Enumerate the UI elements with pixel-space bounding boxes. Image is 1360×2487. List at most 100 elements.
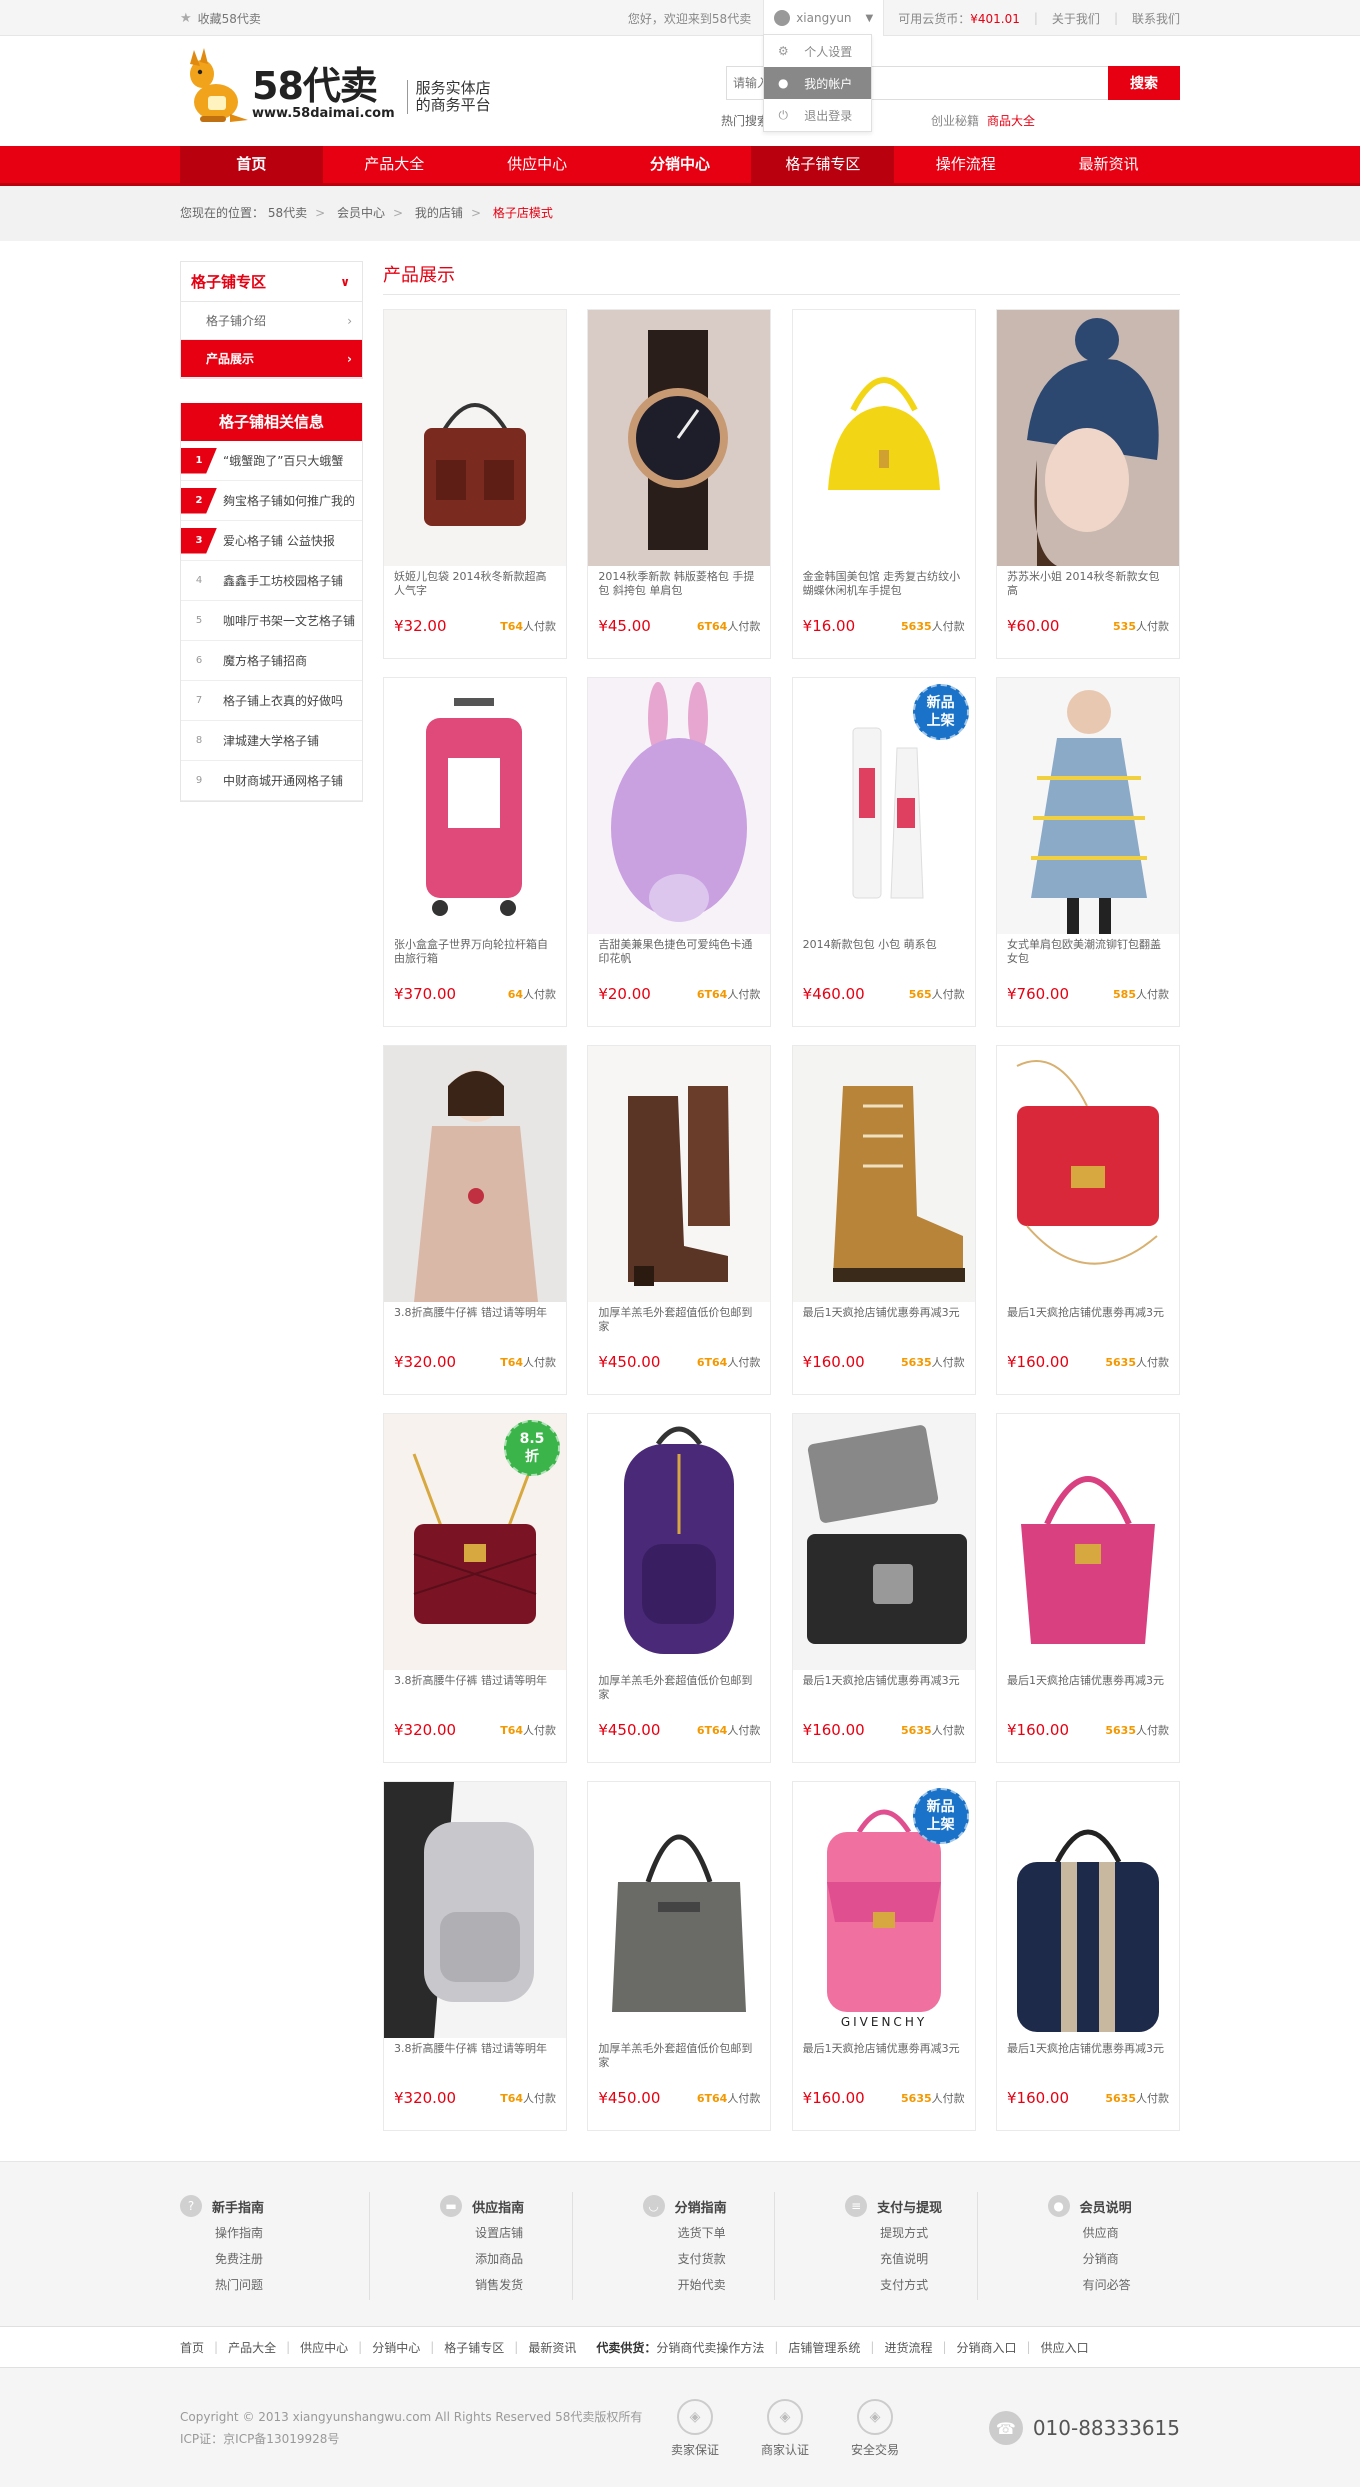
menu-item-settings[interactable]: ⚙ 个人设置 <box>764 35 871 67</box>
help-link[interactable]: 分销商 <box>1048 2246 1180 2272</box>
product-card[interactable]: 3.8折高腰牛仔裤 错过请等明年 ¥320.00 T64人付款 <box>383 1045 567 1395</box>
product-name[interactable]: 3.8折高腰牛仔裤 错过请等明年 <box>384 1302 566 1332</box>
about-link[interactable]: 关于我们 <box>1052 10 1100 27</box>
related-item[interactable]: 3 爱心格子铺 公益快报 <box>181 521 362 561</box>
product-name[interactable]: 加厚羊羔毛外套超值低价包邮到家 <box>588 1302 770 1332</box>
product-card[interactable]: 最后1天疯抢店铺优惠劵再减3元 ¥160.00 5635人付款 <box>995 1045 1180 1395</box>
nav-item[interactable]: 产品大全 <box>323 146 466 183</box>
footer-link[interactable]: 产品大全 <box>228 2339 276 2356</box>
product-card[interactable]: 金金韩国美包馆 走秀复古纺纹小蝴蝶休闲机车手提包 ¥16.00 5635人付款 <box>791 309 976 659</box>
product-name[interactable]: 加厚羊羔毛外套超值低价包邮到家 <box>588 1670 770 1700</box>
product-name[interactable]: 最后1天疯抢店铺优惠劵再减3元 <box>793 1670 975 1700</box>
product-card[interactable]: 最后1天疯抢店铺优惠劵再减3元 ¥160.00 5635人付款 <box>791 1045 976 1395</box>
product-image[interactable]: 新品上架 <box>792 678 975 934</box>
product-name[interactable]: 3.8折高腰牛仔裤 错过请等明年 <box>384 1670 566 1700</box>
product-card[interactable]: 加厚羊羔毛外套超值低价包邮到家 ¥450.00 6T64人付款 <box>587 1413 772 1763</box>
product-name[interactable]: 女式单肩包欧美潮流铆钉包翻盖女包 <box>997 934 1179 964</box>
product-card[interactable]: 苏苏米小姐 2014秋冬新款女包高 ¥60.00 535人付款 <box>995 309 1180 659</box>
sidebar-section-header[interactable]: 格子铺专区 ∨ <box>181 262 362 302</box>
product-name[interactable]: 加厚羊羔毛外套超值低价包邮到家 <box>588 2038 770 2068</box>
help-link[interactable]: 热门问题 <box>180 2272 369 2298</box>
product-image[interactable]: 热销商品 <box>588 1046 771 1302</box>
footer-link[interactable]: 最新资讯 <box>528 2339 576 2356</box>
help-link[interactable]: 提现方式 <box>845 2220 977 2246</box>
user-menu-toggle[interactable]: xiangyun ▼ ⚙ 个人设置 ● 我的帐户 ⏻ 退出登录 <box>763 0 885 132</box>
footer-link[interactable]: 供应入口 <box>1041 2339 1089 2356</box>
product-image[interactable] <box>792 1414 975 1670</box>
product-image[interactable] <box>384 1782 566 2038</box>
nav-item[interactable]: 格子铺专区 <box>751 146 895 183</box>
product-card[interactable]: 热销商品2014秋季新款 韩版菱格包 手提包 斜挎包 单肩包 ¥45.00 6T64… <box>587 309 772 659</box>
footer-link[interactable]: 供应中心 <box>300 2339 348 2356</box>
footer-link[interactable]: 进货流程 <box>884 2339 932 2356</box>
related-item[interactable]: 4 鑫鑫手工坊校园格子铺 <box>181 561 362 601</box>
product-name[interactable]: 吉甜美兼果色捷色可爱纯色卡通印花帆 <box>588 934 770 964</box>
sidebar-item-products[interactable]: 产品展示 › <box>181 340 362 378</box>
product-image[interactable] <box>792 1046 975 1302</box>
product-card[interactable]: 女式单肩包欧美潮流铆钉包翻盖女包 ¥760.00 585人付款 <box>995 677 1180 1027</box>
related-item[interactable]: 2 夠宝格子铺如何推广我的 <box>181 481 362 521</box>
product-image[interactable] <box>996 678 1179 934</box>
product-name[interactable]: 最后1天疯抢店铺优惠劵再减3元 <box>793 1302 975 1332</box>
product-name[interactable]: 2014新款包包 小包 萌系包 <box>793 934 975 964</box>
help-link[interactable]: 供应商 <box>1048 2220 1180 2246</box>
product-image[interactable]: 8.5折 <box>384 1414 566 1670</box>
product-image[interactable] <box>792 310 975 566</box>
related-item[interactable]: 9 中财商城开通网格子铺 <box>181 761 362 801</box>
breadcrumb-item[interactable]: 会员中心 <box>337 206 385 220</box>
breadcrumb-item[interactable]: 我的店铺 <box>415 206 463 220</box>
hot-link[interactable]: 创业秘籍 <box>931 112 979 129</box>
related-item[interactable]: 5 咖啡厅书架一文艺格子铺 <box>181 601 362 641</box>
help-link[interactable]: 操作指南 <box>180 2220 369 2246</box>
hot-link[interactable]: 商品大全 <box>987 112 1035 129</box>
product-name[interactable]: 最后1天疯抢店铺优惠劵再减3元 <box>997 1302 1179 1332</box>
footer-link[interactable]: 分销中心 <box>372 2339 420 2356</box>
product-image[interactable] <box>996 1782 1179 2038</box>
search-button[interactable]: 搜索 <box>1108 66 1180 100</box>
help-link[interactable]: 支付货款 <box>643 2246 775 2272</box>
product-card[interactable]: 加厚羊羔毛外套超值低价包邮到家 ¥450.00 6T64人付款 <box>587 1781 772 2131</box>
product-card[interactable]: 吉甜美兼果色捷色可爱纯色卡通印花帆 ¥20.00 6T64人付款 <box>587 677 772 1027</box>
product-card[interactable]: 8.5折 3.8折高腰牛仔裤 错过请等明年 ¥320.00 T64人付款 <box>383 1413 567 1763</box>
footer-link[interactable]: 分销商入口 <box>957 2339 1017 2356</box>
footer-link[interactable]: 分销商代卖操作方法 <box>656 2339 764 2356</box>
favorite-link[interactable]: ★ 收藏58代卖 <box>180 10 261 27</box>
product-card[interactable]: 张小盒盒子世界万向轮拉杆箱自由旅行箱 ¥370.00 64人付款 <box>383 677 567 1027</box>
help-link[interactable]: 免费注册 <box>180 2246 369 2272</box>
help-link[interactable]: 有问必答 <box>1048 2272 1180 2298</box>
product-image[interactable] <box>996 310 1179 566</box>
nav-item[interactable]: 供应中心 <box>466 146 609 183</box>
related-item[interactable]: 1 “蛾蟹跑了”百只大蛾蟹 <box>181 441 362 481</box>
related-item[interactable]: 6 魔方格子铺招商 <box>181 641 362 681</box>
product-name[interactable]: 金金韩国美包馆 走秀复古纺纹小蝴蝶休闲机车手提包 <box>793 566 975 596</box>
related-item[interactable]: 7 格子铺上衣真的好做吗 <box>181 681 362 721</box>
contact-link[interactable]: 联系我们 <box>1132 10 1180 27</box>
product-card[interactable]: 新品上架 2014新款包包 小包 萌系包 ¥460.00 565人付款 <box>791 677 976 1027</box>
product-card[interactable]: GIVENCHY 新品上架 最后1天疯抢店铺优惠劵再减3元 ¥160.00 5635人付… <box>791 1781 976 2131</box>
footer-link[interactable]: 店铺管理系统 <box>788 2339 860 2356</box>
product-name[interactable]: 2014秋季新款 韩版菱格包 手提包 斜挎包 单肩包 <box>588 566 770 596</box>
product-image[interactable] <box>996 1414 1179 1670</box>
product-image[interactable]: 热销商品 <box>588 310 771 566</box>
product-image[interactable] <box>996 1046 1179 1302</box>
product-card[interactable]: 最后1天疯抢店铺优惠劵再减3元 ¥160.00 5635人付款 <box>995 1781 1180 2131</box>
related-item[interactable]: 8 津城建大学格子铺 <box>181 721 362 761</box>
product-image[interactable]: GIVENCHY 新品上架 <box>792 1782 975 2038</box>
product-name[interactable]: 3.8折高腰牛仔裤 错过请等明年 <box>384 2038 566 2068</box>
product-image[interactable] <box>384 678 566 934</box>
nav-item[interactable]: 操作流程 <box>894 146 1037 183</box>
footer-link[interactable]: 格子铺专区 <box>444 2339 504 2356</box>
product-name[interactable]: 最后1天疯抢店铺优惠劵再减3元 <box>997 2038 1179 2068</box>
logo[interactable]: 58代卖 www.58daimai.com 服务实体店 的商务平台 <box>180 44 491 126</box>
help-link[interactable]: 添加商品 <box>440 2246 572 2272</box>
nav-item[interactable]: 分销中心 <box>609 146 752 183</box>
product-image[interactable] <box>588 1782 771 2038</box>
footer-link[interactable]: 首页 <box>180 2339 204 2356</box>
help-link[interactable]: 支付方式 <box>845 2272 977 2298</box>
nav-item[interactable]: 最新资讯 <box>1037 146 1180 183</box>
product-image[interactable] <box>384 1046 566 1302</box>
help-link[interactable]: 选货下单 <box>643 2220 775 2246</box>
help-link[interactable]: 充值说明 <box>845 2246 977 2272</box>
product-image[interactable] <box>384 310 566 566</box>
menu-item-logout[interactable]: ⏻ 退出登录 <box>764 99 871 131</box>
